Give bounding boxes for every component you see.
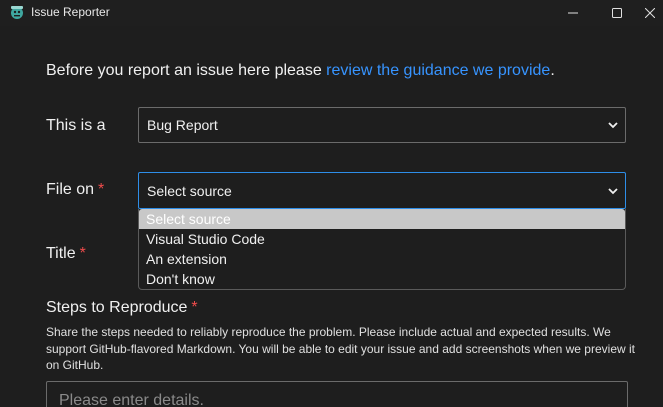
close-button[interactable] bbox=[636, 0, 663, 26]
intro-prefix: Before you report an issue here please bbox=[46, 62, 327, 79]
maximize-icon bbox=[612, 8, 622, 18]
file-on-dropdown: Select source Visual Studio Code An exte… bbox=[138, 209, 626, 290]
minimize-icon bbox=[568, 12, 578, 14]
steps-description: Share the steps needed to reliably repro… bbox=[46, 325, 635, 372]
file-on-label: File on * bbox=[46, 181, 104, 199]
required-marker: * bbox=[98, 181, 105, 198]
title-label-text: Title bbox=[46, 245, 76, 262]
dropdown-option-dont-know[interactable]: Don't know bbox=[139, 269, 625, 289]
required-marker: * bbox=[79, 245, 86, 262]
title-bar[interactable]: Issue Reporter bbox=[0, 0, 663, 26]
chevron-down-icon bbox=[608, 122, 618, 129]
file-on-label-text: File on bbox=[46, 181, 95, 198]
file-on-select[interactable]: Select source bbox=[138, 172, 626, 209]
intro-text: Before you report an issue here please r… bbox=[46, 62, 555, 80]
dropdown-option-vscode[interactable]: Visual Studio Code bbox=[139, 229, 625, 249]
title-label: Title * bbox=[46, 245, 86, 263]
window-title: Issue Reporter bbox=[31, 5, 110, 19]
close-icon bbox=[644, 8, 655, 18]
required-marker: * bbox=[191, 299, 198, 316]
maximize-button[interactable] bbox=[594, 0, 640, 26]
file-on-value: Select source bbox=[147, 182, 232, 199]
steps-label: Steps to Reproduce * bbox=[46, 299, 198, 317]
minimize-button[interactable] bbox=[550, 0, 596, 26]
guidance-link[interactable]: review the guidance we provide bbox=[326, 62, 550, 79]
dropdown-option-extension[interactable]: An extension bbox=[139, 249, 625, 269]
issue-type-label: This is a bbox=[46, 117, 106, 135]
intro-suffix: . bbox=[550, 62, 555, 79]
chevron-down-icon bbox=[608, 187, 618, 194]
issue-type-value: Bug Report bbox=[147, 117, 218, 133]
issue-type-label-text: This is a bbox=[46, 117, 106, 134]
steps-details-input[interactable] bbox=[46, 381, 628, 407]
issue-type-select[interactable]: Bug Report bbox=[138, 107, 626, 143]
issue-reporter-window: Issue Reporter Before you report an issu… bbox=[0, 0, 663, 407]
dropdown-option-select-source[interactable]: Select source bbox=[139, 209, 625, 229]
vscode-issue-reporter-icon bbox=[11, 6, 23, 19]
steps-label-text: Steps to Reproduce bbox=[46, 299, 188, 316]
